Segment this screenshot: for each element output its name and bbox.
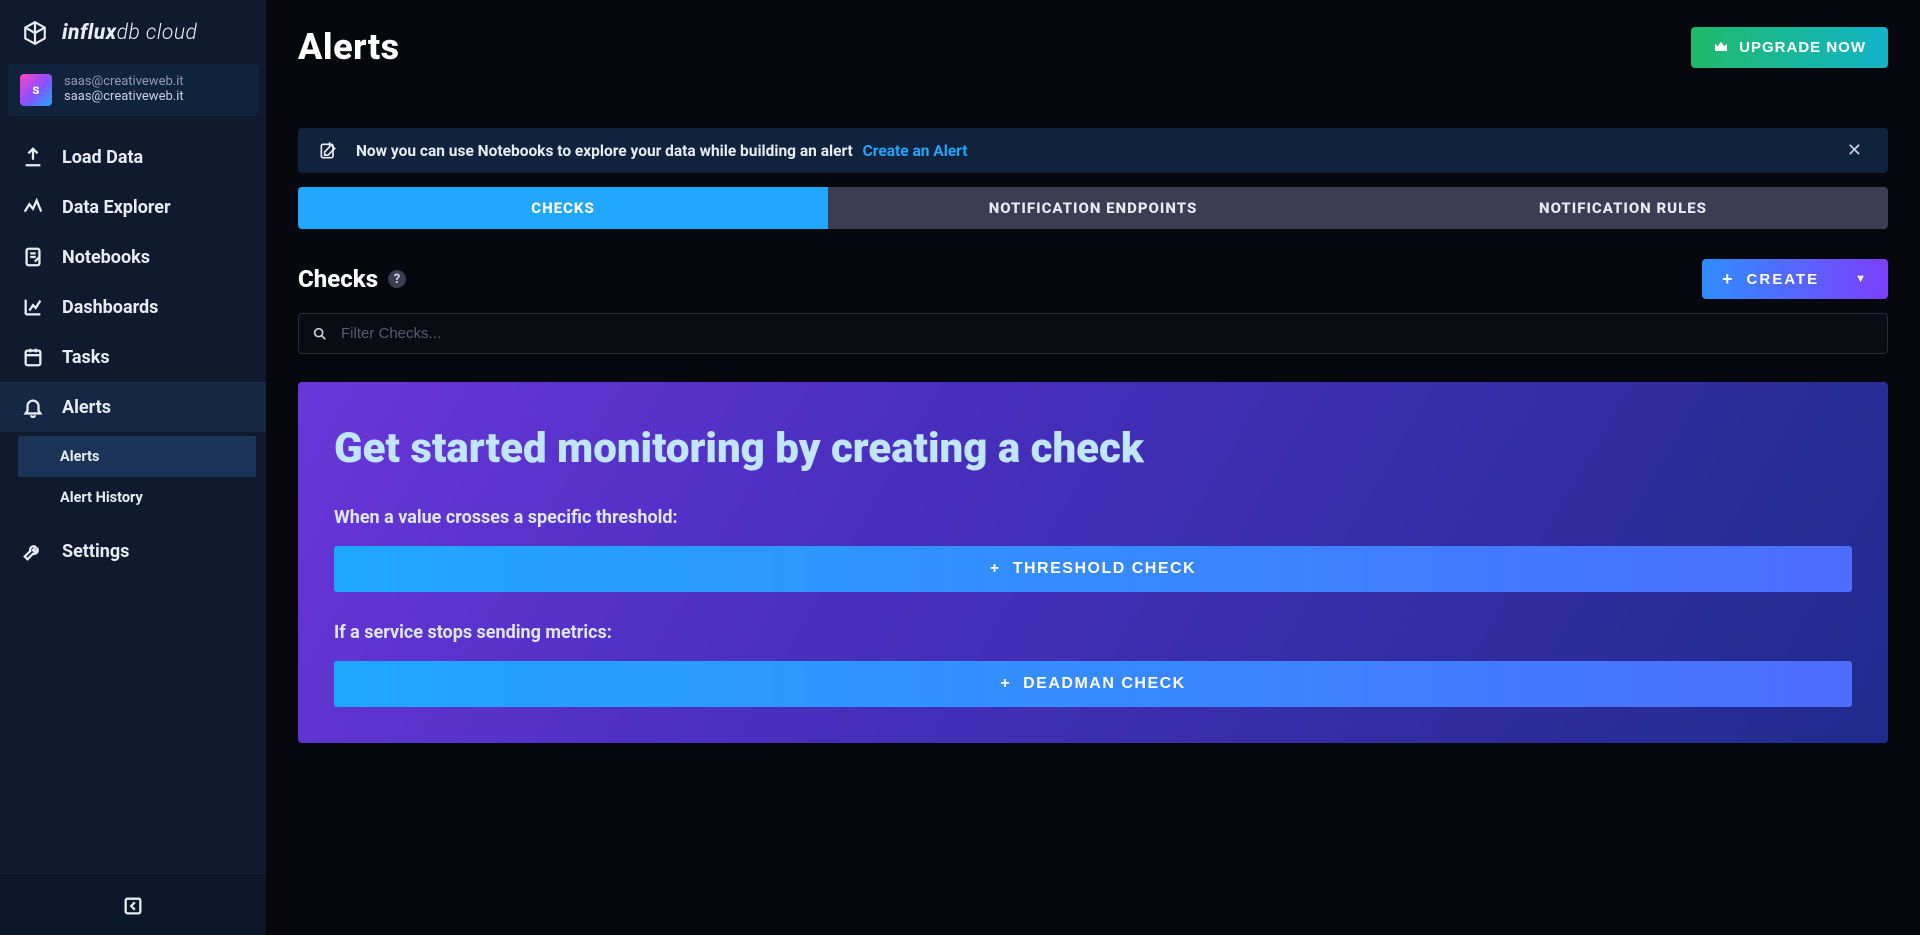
nav-dashboards[interactable]: Dashboards [0, 282, 266, 332]
nav-label: Notebooks [62, 247, 150, 268]
wrench-icon [22, 540, 44, 562]
banner-text: Now you can use Notebooks to explore you… [356, 142, 968, 160]
sidebar: influxdb cloud s saas@creativeweb.it saa… [0, 0, 266, 935]
avatar: s [20, 74, 52, 106]
gs-threshold-sub: When a value crosses a specific threshol… [334, 507, 1852, 528]
explore-icon [22, 196, 44, 218]
plus-icon: + [1000, 675, 1011, 693]
crown-icon [1713, 39, 1729, 55]
filter-row [298, 313, 1888, 354]
subnav-item-alert-history[interactable]: Alert History [18, 477, 256, 518]
subnav-alerts: Alerts Alert History [18, 436, 256, 518]
main: Alerts UPGRADE NOW Now you can use Noteb… [266, 0, 1920, 935]
sidebar-footer [0, 875, 266, 935]
tab-notification-rules[interactable]: NOTIFICATION RULES [1358, 187, 1888, 229]
logo-icon [22, 20, 48, 46]
nav-alerts[interactable]: Alerts [0, 382, 266, 432]
section-header: Checks ? + CREATE ▼ [298, 259, 1888, 299]
tab-checks[interactable]: CHECKS [298, 187, 828, 229]
gs-deadman-sub: If a service stops sending metrics: [334, 622, 1852, 643]
tabs: CHECKS NOTIFICATION ENDPOINTS NOTIFICATI… [298, 187, 1888, 229]
nav-data-explorer[interactable]: Data Explorer [0, 182, 266, 232]
threshold-check-button[interactable]: + THRESHOLD CHECK [334, 546, 1852, 592]
brand[interactable]: influxdb cloud [0, 0, 266, 64]
nav-label: Dashboards [62, 297, 158, 318]
chevron-down-icon: ▼ [1855, 273, 1868, 285]
page-title: Alerts [298, 26, 400, 68]
threshold-check-label: THRESHOLD CHECK [1013, 560, 1196, 578]
filter-checks-input[interactable] [298, 313, 1888, 354]
create-button[interactable]: + CREATE ▼ [1702, 259, 1888, 299]
page-header: Alerts UPGRADE NOW [298, 26, 1888, 68]
collapse-sidebar-button[interactable] [122, 895, 144, 917]
brand-text: influxdb cloud [62, 21, 197, 45]
plus-icon: + [1722, 270, 1735, 288]
upload-icon [22, 146, 44, 168]
nav-label: Alerts [62, 397, 111, 418]
calendar-icon [22, 346, 44, 368]
account-lines: saas@creativeweb.it saas@creativeweb.it [64, 75, 184, 105]
info-banner: Now you can use Notebooks to explore you… [298, 128, 1888, 173]
close-icon[interactable]: ✕ [1841, 140, 1868, 161]
deadman-check-button[interactable]: + DEADMAN CHECK [334, 661, 1852, 707]
tab-notification-endpoints[interactable]: NOTIFICATION ENDPOINTS [828, 187, 1358, 229]
create-label: CREATE [1747, 271, 1820, 288]
upgrade-label: UPGRADE NOW [1739, 39, 1866, 56]
account-org: saas@creativeweb.it [64, 75, 184, 90]
getting-started-panel: Get started monitoring by creating a che… [298, 382, 1888, 743]
plus-icon: + [990, 560, 1001, 578]
note-edit-icon [318, 141, 338, 161]
bell-icon [22, 396, 44, 418]
deadman-check-label: DEADMAN CHECK [1023, 675, 1186, 693]
chart-icon [22, 296, 44, 318]
nav-notebooks[interactable]: Notebooks [0, 232, 266, 282]
nav-label: Tasks [62, 347, 110, 368]
notebook-icon [22, 246, 44, 268]
account-user: saas@creativeweb.it [64, 90, 184, 105]
account-switcher[interactable]: s saas@creativeweb.it saas@creativeweb.i… [8, 64, 258, 116]
help-icon[interactable]: ? [388, 270, 406, 288]
search-icon [312, 326, 328, 342]
subnav-item-alerts[interactable]: Alerts [18, 436, 256, 477]
nav: Load Data Data Explorer Notebooks Dashbo… [0, 126, 266, 582]
nav-label: Load Data [62, 147, 143, 168]
nav-label: Settings [62, 541, 129, 562]
gs-title: Get started monitoring by creating a che… [334, 424, 1852, 473]
nav-settings[interactable]: Settings [0, 526, 266, 576]
nav-label: Data Explorer [62, 197, 171, 218]
upgrade-button[interactable]: UPGRADE NOW [1691, 27, 1888, 68]
banner-link[interactable]: Create an Alert [863, 142, 968, 160]
section-title: Checks [298, 265, 378, 293]
nav-load-data[interactable]: Load Data [0, 132, 266, 182]
section-title-row: Checks ? [298, 265, 406, 293]
nav-tasks[interactable]: Tasks [0, 332, 266, 382]
